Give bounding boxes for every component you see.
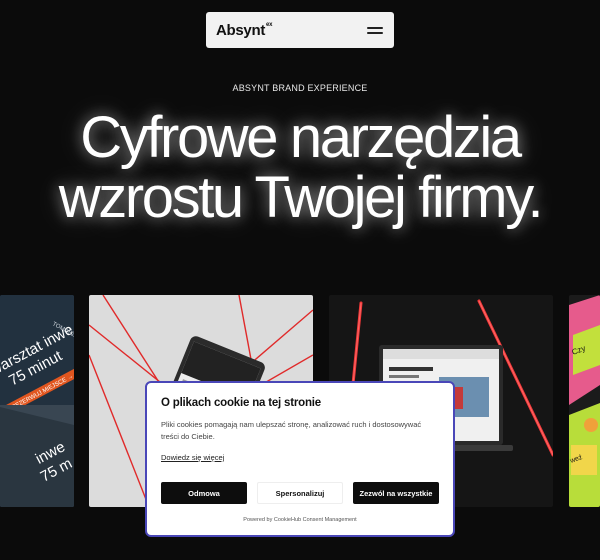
top-navbar: Absynt ex — [206, 12, 394, 48]
cookie-buttons: Odmowa Spersonalizuj Zezwól na wszystkie — [161, 482, 439, 504]
logo-text: Absynt — [216, 21, 266, 39]
hero-headline: Cyfrowe narzędzia wzrostu Twojej firmy. — [0, 108, 600, 228]
cookie-body: Pliki cookies pomagają nam ulepszać stro… — [161, 420, 422, 441]
cookie-consent-dialog: O plikach cookie na tej stronie Pliki co… — [145, 381, 455, 537]
brand-logo[interactable]: Absynt ex — [216, 22, 272, 39]
hero-line-2: wzrostu Twojej firmy. — [58, 165, 544, 230]
powered-by-label: Powered by CookieHub Consent Management — [243, 517, 357, 523]
showcase-card-book[interactable]: Czy weź — [569, 295, 600, 507]
reject-button[interactable]: Odmowa — [161, 482, 247, 504]
logo-superscript: ex — [266, 21, 273, 28]
hero-line-1: Cyfrowe narzędzia — [80, 105, 522, 170]
hamburger-icon[interactable] — [367, 25, 383, 35]
cookie-title: O plikach cookie na tej stronie — [161, 397, 321, 409]
hero-eyebrow: ABSYNT BRAND EXPERIENCE — [232, 83, 368, 93]
showcase-card-workshop[interactable]: Warsztat inwe 75 minut ZAREZERWUJ MIEJSC… — [0, 295, 74, 507]
accept-all-button[interactable]: Zezwól na wszystkie — [353, 482, 439, 504]
learn-more-link[interactable]: Dowiedz się więcej — [161, 453, 224, 462]
customize-button[interactable]: Spersonalizuj — [257, 482, 343, 504]
